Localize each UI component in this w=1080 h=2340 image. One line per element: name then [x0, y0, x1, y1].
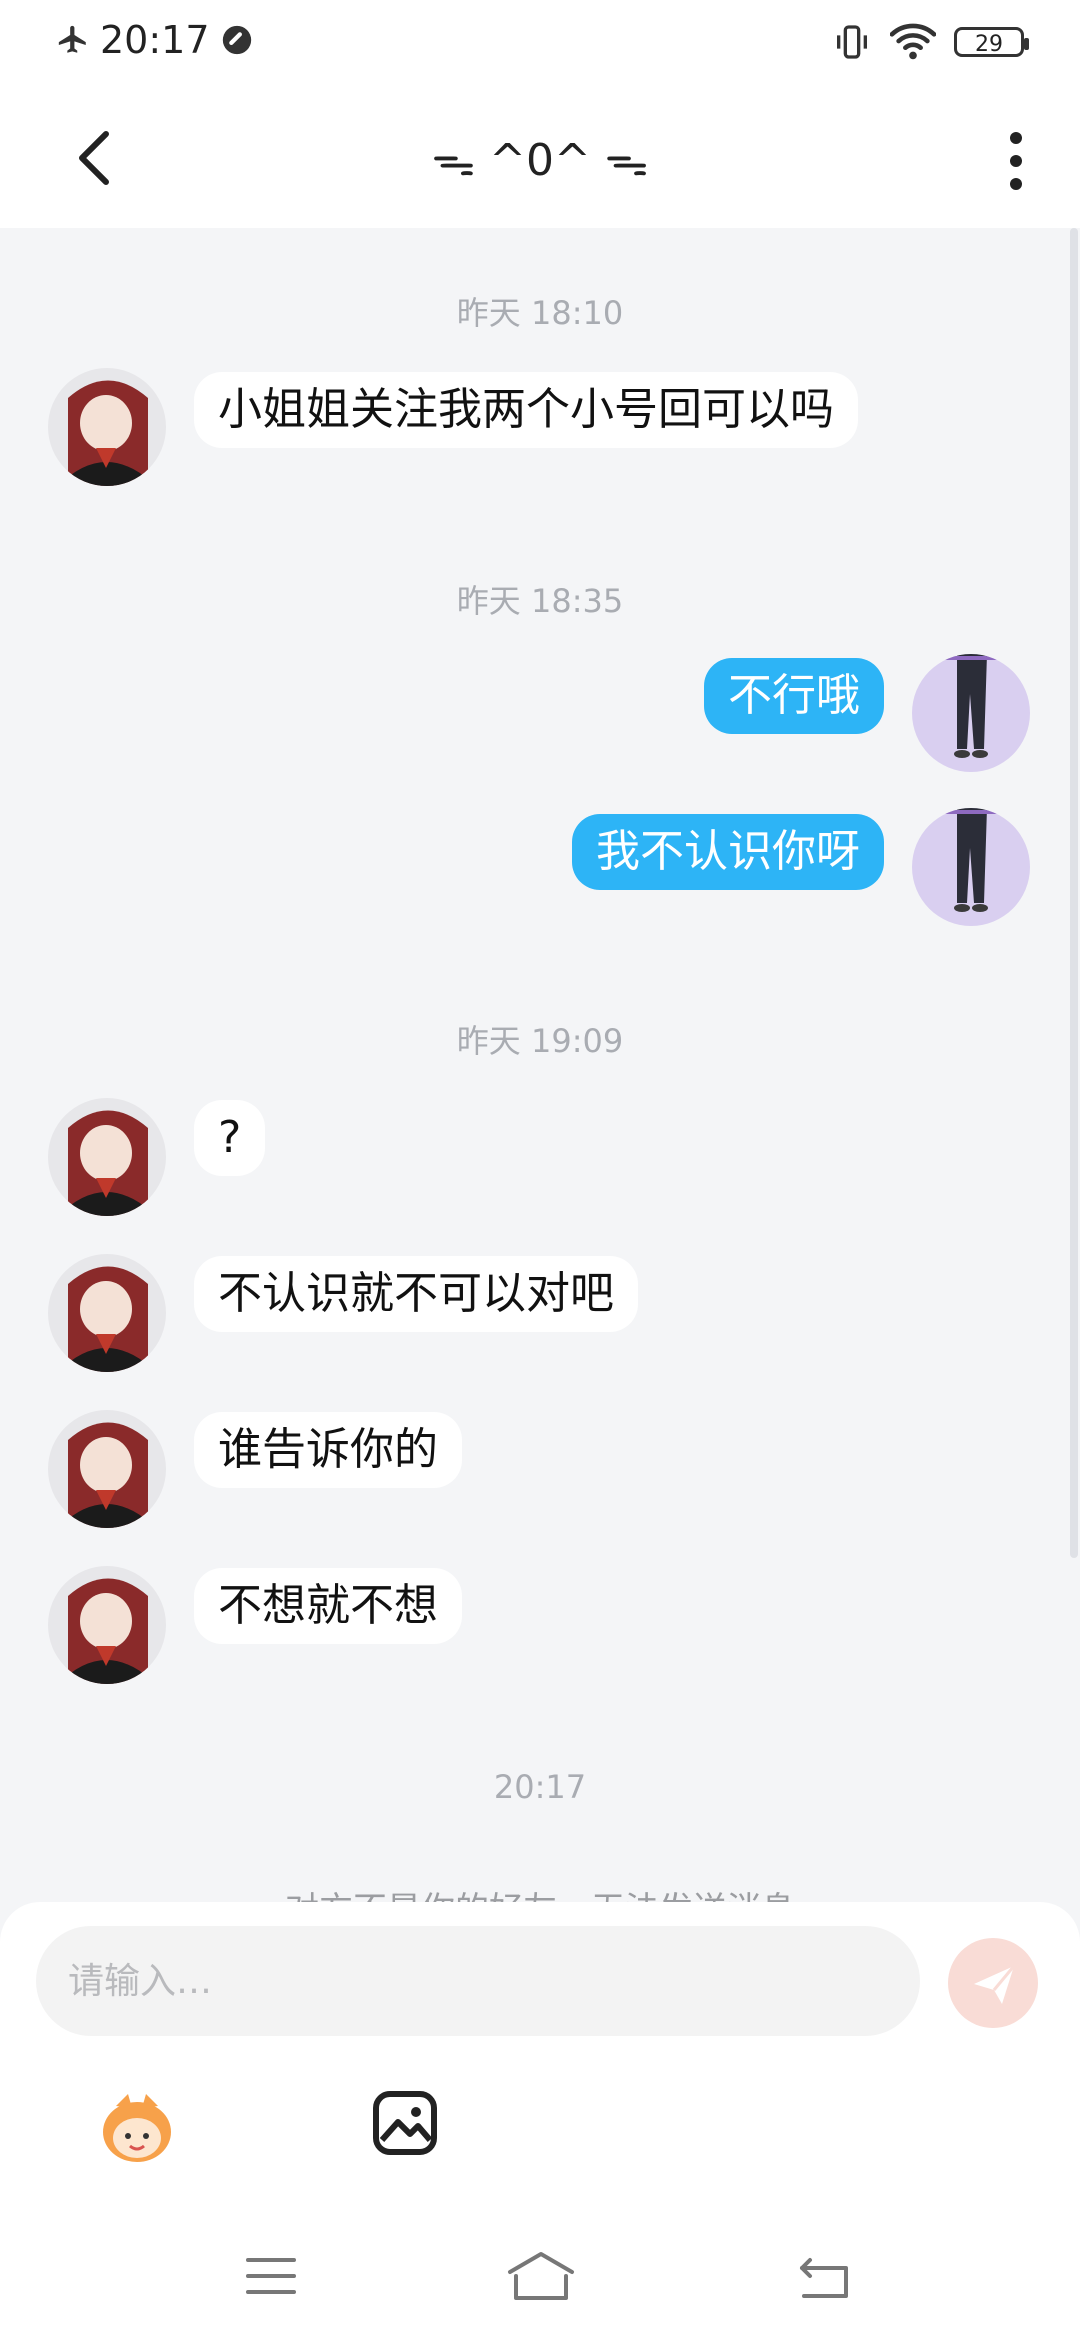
- message-bubble-outgoing[interactable]: 不行哦: [704, 658, 884, 734]
- message-bubble-incoming[interactable]: 不认识就不可以对吧: [194, 1256, 638, 1332]
- my-avatar[interactable]: [912, 808, 1030, 926]
- message-bubble-incoming[interactable]: 谁告诉你的: [194, 1412, 462, 1488]
- chat-title: ᯓ ^0^ ᯓ: [431, 135, 649, 186]
- image-button[interactable]: [372, 2090, 438, 2160]
- message-input[interactable]: [36, 1926, 920, 2036]
- timestamp: 昨天 18:10: [456, 294, 624, 332]
- send-button[interactable]: [948, 1938, 1038, 2028]
- timestamp: 20:17: [493, 1768, 587, 1806]
- return-icon[interactable]: [796, 2252, 852, 2302]
- dnd-icon: [222, 25, 251, 55]
- send-icon: [974, 1965, 1016, 2004]
- system-nav-bar: [0, 2220, 1080, 2340]
- home-icon[interactable]: [506, 2250, 576, 2302]
- avatar[interactable]: [48, 1410, 166, 1528]
- emoji-button[interactable]: [94, 2088, 180, 2172]
- my-avatar[interactable]: [912, 654, 1030, 772]
- avatar[interactable]: [48, 1254, 166, 1372]
- timestamp: 昨天 18:35: [456, 582, 624, 620]
- more-icon[interactable]: [996, 126, 1036, 196]
- avatar[interactable]: [48, 368, 166, 486]
- airplane-icon: [58, 25, 86, 53]
- wifi-icon: [890, 23, 936, 60]
- emoji-mascot-icon: [103, 2094, 171, 2162]
- avatar[interactable]: [48, 1098, 166, 1216]
- battery-icon: 29: [954, 27, 1029, 57]
- image-icon: [373, 2091, 437, 2155]
- message-bubble-incoming[interactable]: 不想就不想: [194, 1568, 462, 1644]
- status-bar: 20:17 29: [0, 0, 1080, 88]
- message-bubble-incoming[interactable]: 小姐姐关注我两个小号回可以吗: [194, 372, 858, 448]
- chat-header: ᯓ ^0^ ᯓ: [0, 88, 1080, 228]
- avatar[interactable]: [48, 1566, 166, 1684]
- timestamp: 昨天 19:09: [456, 1022, 624, 1060]
- message-bubble-outgoing[interactable]: 我不认识你呀: [572, 814, 884, 890]
- message-bubble-incoming[interactable]: ?: [194, 1100, 266, 1176]
- menu-icon[interactable]: [244, 2254, 298, 2298]
- status-time: 20:17: [100, 18, 210, 62]
- vibrate-icon: [837, 25, 867, 59]
- message-list: 昨天 18:10 小姐姐关注我两个小号回可以吗 昨天 18:35 不行哦 我不认…: [0, 228, 1080, 1930]
